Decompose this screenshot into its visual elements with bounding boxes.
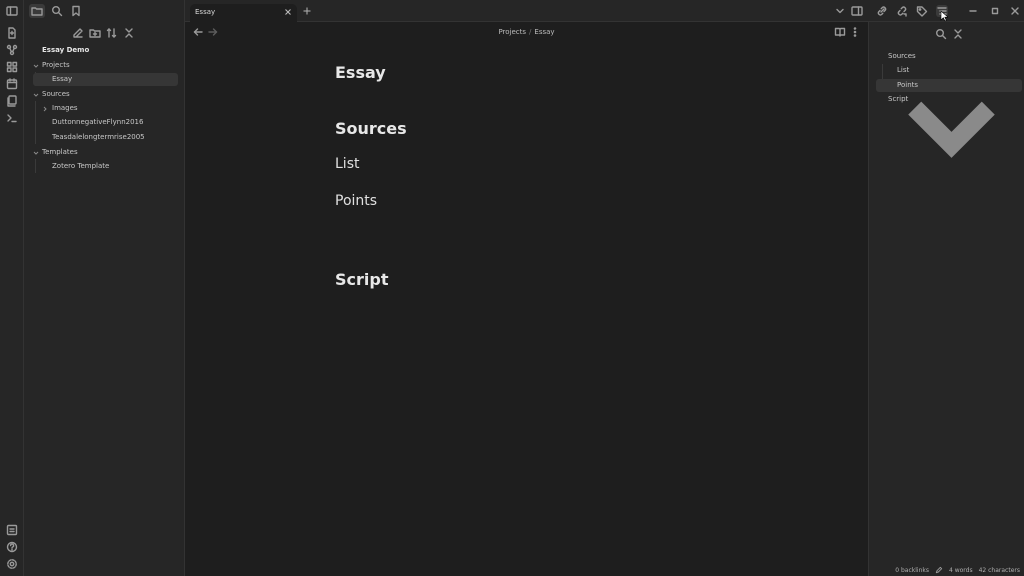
files-tab-folder-icon[interactable] — [29, 4, 45, 18]
tab-essay[interactable]: Essay — [190, 4, 297, 22]
tree-indent-guide — [35, 101, 36, 144]
backlinks-count[interactable]: 0 backlinks — [895, 567, 929, 574]
search-icon[interactable] — [935, 28, 947, 40]
minimize-window-icon[interactable] — [967, 5, 979, 17]
file-essay[interactable]: Essay — [33, 73, 178, 86]
heading-sources[interactable]: Sources — [335, 119, 407, 138]
command-palette-icon[interactable] — [5, 111, 19, 125]
outline-item-sources[interactable]: Sources — [888, 50, 916, 63]
heading-list[interactable]: List — [335, 156, 359, 172]
reading-view-book-icon[interactable] — [834, 26, 846, 38]
search-tab-icon[interactable] — [49, 4, 65, 18]
open-vault-icon[interactable] — [5, 523, 19, 537]
settings-gear-icon[interactable] — [5, 557, 19, 571]
file-teasdalelongtermrise2005[interactable]: Teasdalelongtermrise2005 — [52, 131, 145, 144]
character-count: 42 characters — [978, 566, 1020, 574]
file-duttonnegativeflynn2016[interactable]: DuttonnegativeFlynn2016 — [52, 116, 143, 129]
toggle-right-sidebar-icon[interactable] — [851, 5, 863, 17]
left-ribbon — [0, 0, 24, 576]
open-quick-switcher-icon[interactable] — [5, 26, 19, 40]
heading-script[interactable]: Script — [335, 270, 388, 289]
tab-bar: Essay — [185, 0, 1024, 22]
more-options-icon[interactable] — [849, 26, 861, 38]
collapse-all-icon[interactable] — [122, 26, 136, 40]
outline-item-points[interactable]: Points — [876, 79, 1022, 92]
backlinks-icon[interactable] — [876, 5, 888, 17]
chevron-down-icon[interactable] — [32, 149, 40, 157]
canvas-icon[interactable] — [5, 60, 19, 74]
vault-name[interactable]: Essay Demo — [42, 44, 89, 57]
folder-sources[interactable]: Sources — [42, 88, 70, 101]
sort-order-icon[interactable] — [105, 26, 119, 40]
file-explorer-actions — [24, 26, 185, 40]
pencil-icon[interactable] — [935, 566, 943, 574]
mouse-cursor-icon — [940, 10, 948, 22]
tags-icon[interactable] — [916, 5, 928, 17]
right-sidebar-outline: Sources List Points Script — [868, 22, 1024, 576]
chevron-down-icon[interactable] — [32, 91, 40, 99]
close-window-icon[interactable] — [1009, 5, 1021, 17]
new-tab-plus-icon[interactable] — [302, 6, 312, 16]
inline-title[interactable]: Essay — [335, 63, 386, 82]
editor-pane: Projects / Essay Essay Sources List Points… — [185, 22, 868, 576]
toggle-left-sidebar-icon[interactable] — [5, 4, 19, 18]
tab-list-chevron-down-icon[interactable] — [834, 5, 846, 17]
word-count: 4 words — [948, 566, 973, 574]
breadcrumb: Projects / Essay — [185, 22, 868, 42]
tab-title: Essay — [195, 8, 216, 16]
collapse-all-icon[interactable] — [952, 28, 964, 40]
new-folder-icon[interactable] — [88, 26, 102, 40]
close-tab-icon[interactable] — [283, 7, 293, 17]
chevron-right-icon[interactable] — [41, 105, 49, 113]
status-bar: 0 backlinks 4 words 42 characters — [891, 564, 1024, 576]
graph-view-icon[interactable] — [5, 43, 19, 57]
daily-note-icon[interactable] — [5, 77, 19, 91]
folder-templates[interactable]: Templates — [42, 146, 78, 159]
folder-projects[interactable]: Projects — [42, 59, 70, 72]
sidebar-tab-header — [24, 0, 185, 22]
outline-item-list[interactable]: List — [897, 64, 909, 77]
help-icon[interactable] — [5, 540, 19, 554]
chevron-down-icon[interactable] — [32, 62, 40, 70]
folder-images[interactable]: Images — [52, 102, 78, 115]
breadcrumb-folder[interactable]: Projects — [498, 28, 526, 36]
new-note-icon[interactable] — [71, 26, 85, 40]
templates-icon[interactable] — [5, 94, 19, 108]
file-zotero-template[interactable]: Zotero Template — [52, 160, 109, 173]
maximize-window-icon[interactable] — [989, 5, 1001, 17]
heading-points[interactable]: Points — [335, 193, 377, 209]
left-sidebar: Essay Demo Projects Essay Sources Images… — [24, 0, 185, 576]
bookmarks-tab-icon[interactable] — [68, 4, 84, 18]
breadcrumb-file[interactable]: Essay — [534, 28, 554, 36]
tree-indent-guide — [35, 159, 36, 173]
outline-item-script[interactable]: Script — [888, 93, 908, 106]
outgoing-links-icon[interactable] — [896, 5, 908, 17]
